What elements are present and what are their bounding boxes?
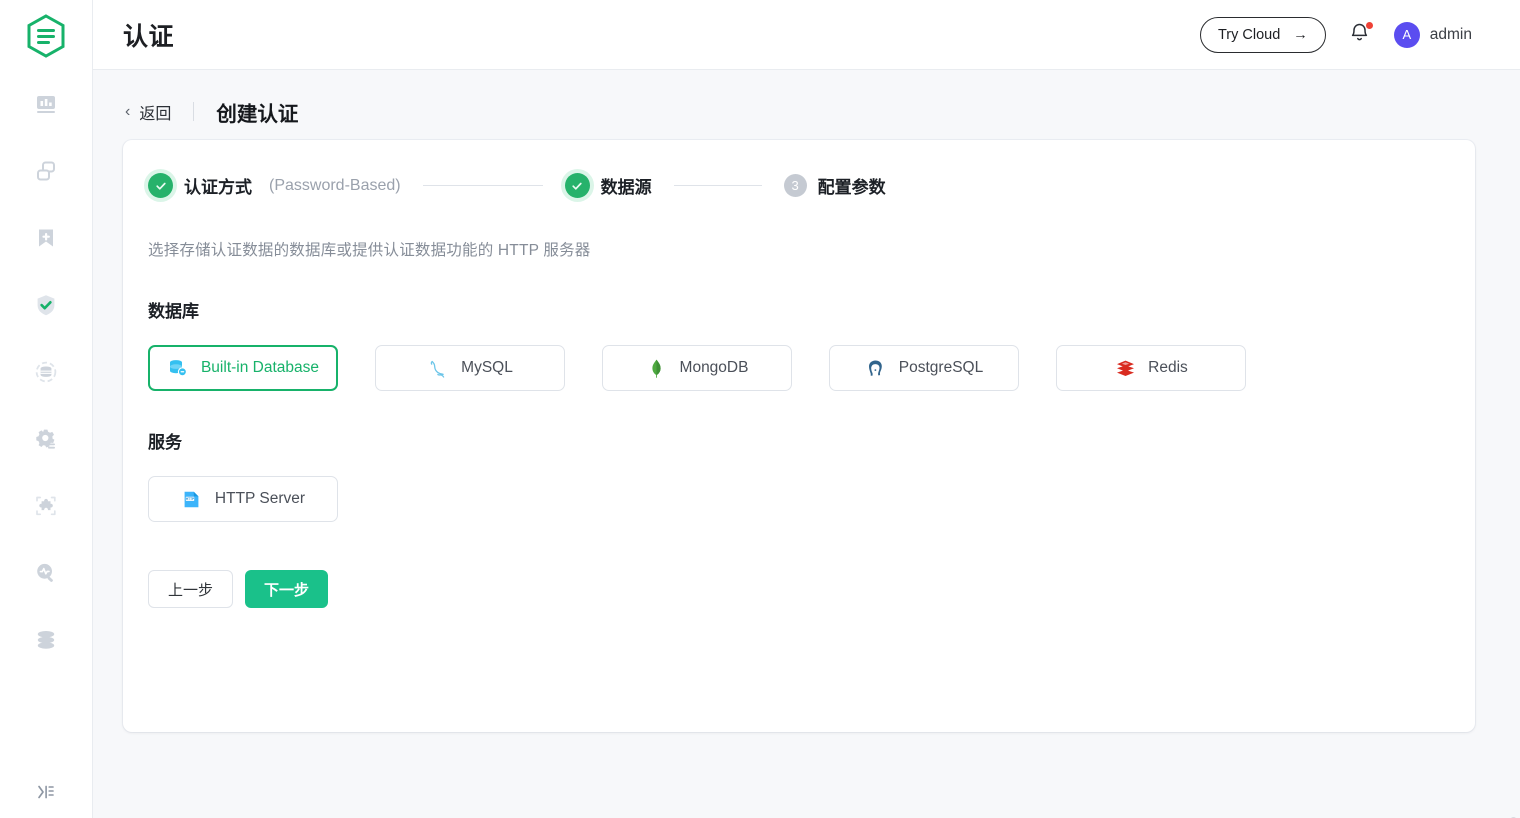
step-data-source[interactable]: 数据源 xyxy=(565,173,652,198)
option-label: PostgreSQL xyxy=(899,359,983,377)
sidebar-item-extensions[interactable] xyxy=(20,482,72,534)
dashboard-chart-icon xyxy=(33,91,59,122)
breadcrumb: ‹ 返回 创建认证 xyxy=(123,70,1475,140)
step-connector-2 xyxy=(674,185,762,186)
step-config-params[interactable]: 3 配置参数 xyxy=(784,173,886,198)
step-2-check-icon xyxy=(565,173,590,198)
emqx-hexagon-logo[interactable] xyxy=(20,10,72,62)
chevron-left-icon: ‹ xyxy=(125,104,130,120)
puzzle-extension-icon xyxy=(33,493,59,524)
step-2-label: 数据源 xyxy=(601,173,652,198)
postgresql-elephant-icon xyxy=(865,357,887,379)
header-actions: Try Cloud → A admin xyxy=(1200,17,1472,53)
step-3-label: 配置参数 xyxy=(818,173,886,198)
sidebar-item-diagnose[interactable] xyxy=(20,549,72,601)
arrow-right-icon: → xyxy=(1293,27,1308,43)
option-mysql[interactable]: MySQL xyxy=(375,345,565,391)
builtin-database-icon xyxy=(167,357,189,379)
user-menu[interactable]: A admin xyxy=(1394,22,1472,48)
step-1-check-icon xyxy=(148,173,173,198)
page-title: 认证 xyxy=(123,17,174,53)
svg-text:HTTP: HTTP xyxy=(186,497,195,501)
option-redis[interactable]: Redis xyxy=(1056,345,1246,391)
service-options-row: HTTP HTTP Server xyxy=(148,476,1450,522)
step-connector-1 xyxy=(423,185,543,186)
data-integration-icon xyxy=(33,359,59,390)
sidebar-item-data-integration[interactable] xyxy=(20,348,72,400)
app-root: 认证 Try Cloud → A ad xyxy=(0,0,1520,818)
step-1-label: 认证方式 xyxy=(184,173,252,198)
database-section-title: 数据库 xyxy=(148,297,1450,322)
option-label: HTTP Server xyxy=(215,490,305,508)
next-step-button[interactable]: 下一步 xyxy=(245,570,328,608)
breadcrumb-title: 创建认证 xyxy=(216,97,298,127)
gear-settings-icon xyxy=(33,426,59,457)
previous-step-button[interactable]: 上一步 xyxy=(148,570,233,608)
mysql-dolphin-icon xyxy=(427,357,449,379)
sidebar-item-cluster[interactable] xyxy=(20,616,72,668)
back-button[interactable]: ‹ 返回 xyxy=(123,100,171,124)
option-label: MongoDB xyxy=(680,359,749,377)
create-auth-card: 认证方式 (Password-Based) 数据源 xyxy=(123,140,1475,732)
step-3-number: 3 xyxy=(784,174,807,197)
sidebar-item-dashboard[interactable] xyxy=(20,80,72,132)
user-name: admin xyxy=(1430,26,1472,44)
sidebar-item-management[interactable] xyxy=(20,415,72,467)
main-area: 认证 Try Cloud → A ad xyxy=(93,0,1520,818)
try-cloud-button[interactable]: Try Cloud → xyxy=(1200,17,1326,53)
option-http-server[interactable]: HTTP HTTP Server xyxy=(148,476,338,522)
http-server-file-icon: HTTP xyxy=(181,488,203,510)
sidebar-item-connections[interactable] xyxy=(20,147,72,199)
stack-layers-icon xyxy=(33,627,59,658)
service-section-title: 服务 xyxy=(148,428,1450,453)
database-options-row: Built-in Database M xyxy=(148,345,1450,391)
step-auth-method[interactable]: 认证方式 (Password-Based) xyxy=(148,173,401,198)
wizard-actions: 上一步 下一步 xyxy=(148,570,1450,608)
option-label: MySQL xyxy=(461,359,513,377)
stepper: 认证方式 (Password-Based) 数据源 xyxy=(148,173,1450,198)
option-built-in-database[interactable]: Built-in Database xyxy=(148,345,338,391)
bookmark-plus-icon xyxy=(33,225,59,256)
try-cloud-label: Try Cloud xyxy=(1218,27,1280,43)
notifications-button[interactable] xyxy=(1348,22,1372,48)
top-header: 认证 Try Cloud → A ad xyxy=(93,0,1520,70)
notification-badge-dot xyxy=(1366,22,1373,29)
redis-stack-icon xyxy=(1114,357,1136,379)
back-label: 返回 xyxy=(139,100,171,124)
option-postgresql[interactable]: PostgreSQL xyxy=(829,345,1019,391)
shield-check-icon xyxy=(33,292,59,323)
option-label: Built-in Database xyxy=(201,359,319,377)
sidebar-item-access-control[interactable] xyxy=(20,281,72,333)
sidebar xyxy=(0,0,93,818)
option-label: Redis xyxy=(1148,359,1188,377)
content-area: ‹ 返回 创建认证 xyxy=(93,70,1520,818)
page-scrollbar[interactable] xyxy=(1510,142,1517,818)
sidebar-item-bookmark[interactable] xyxy=(20,214,72,266)
expand-sidebar-icon[interactable] xyxy=(28,774,64,810)
connections-icon xyxy=(33,158,59,189)
diagnose-pulse-icon xyxy=(33,560,59,591)
option-mongodb[interactable]: MongoDB xyxy=(602,345,792,391)
mongodb-leaf-icon xyxy=(646,357,668,379)
step-description: 选择存储认证数据的数据库或提供认证数据功能的 HTTP 服务器 xyxy=(148,238,1450,260)
sidebar-nav xyxy=(0,80,92,683)
step-1-sublabel: (Password-Based) xyxy=(269,177,401,195)
avatar: A xyxy=(1394,22,1420,48)
breadcrumb-divider xyxy=(193,102,194,121)
